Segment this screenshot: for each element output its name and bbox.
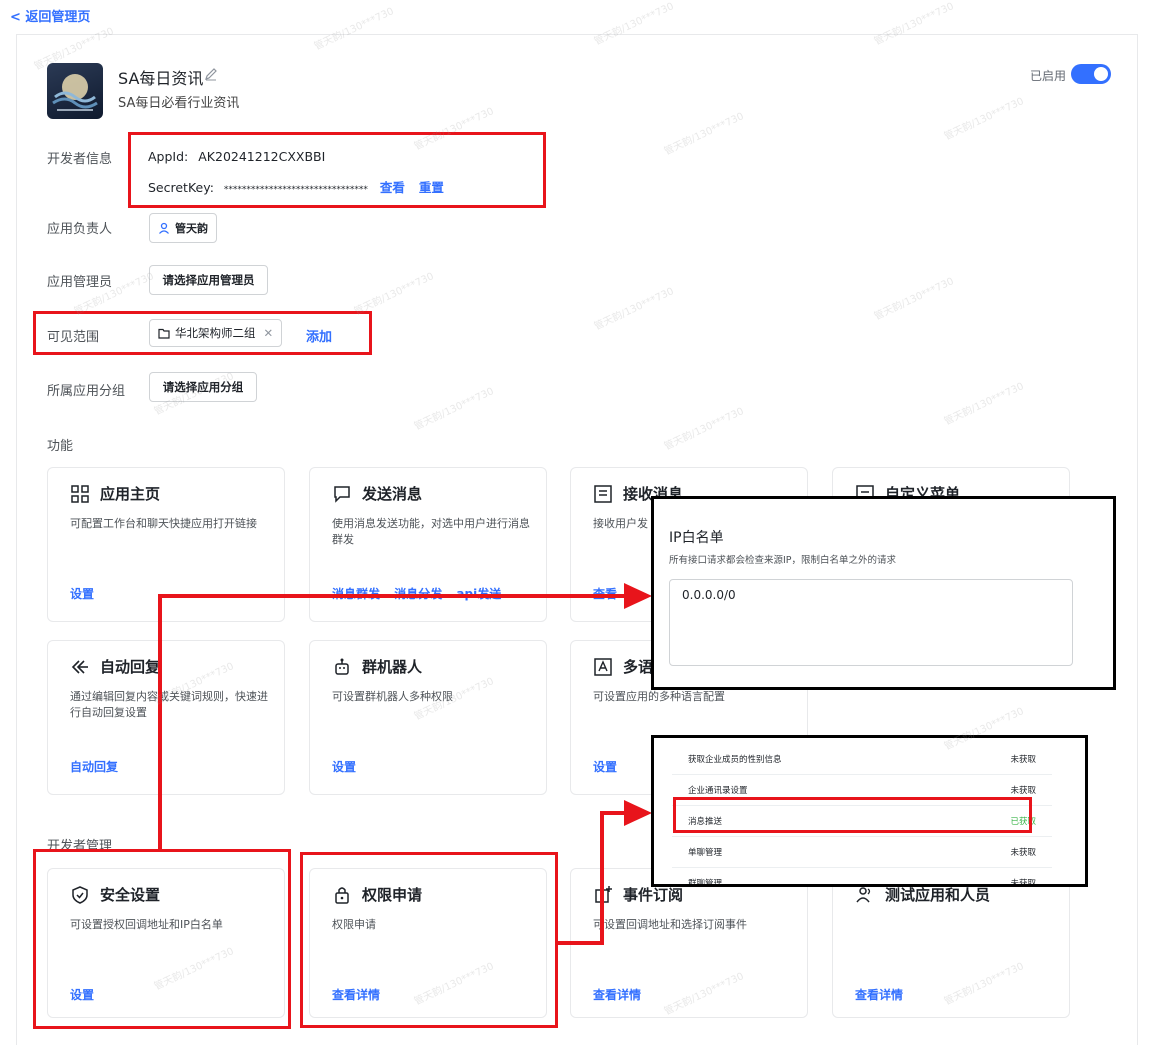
permission-row: 群聊管理 未获取 bbox=[672, 868, 1052, 887]
card-title: 自动回复 bbox=[100, 658, 161, 676]
app-description: SA每日必看行业资讯 bbox=[118, 96, 240, 111]
card-app-home: 应用主页 可配置工作台和聊天快捷应用打开链接 设置 bbox=[47, 467, 285, 622]
arrow-line-vertical bbox=[158, 594, 162, 852]
select-admins-button[interactable]: 请选择应用管理员 bbox=[149, 265, 268, 295]
card-title: 应用主页 bbox=[100, 485, 161, 503]
arrow-head-ip bbox=[624, 583, 652, 609]
permission-name: 群聊管理 bbox=[688, 879, 723, 887]
permission-status: 未获取 bbox=[1010, 755, 1036, 765]
ip-whitelist-title: IP白名单 bbox=[669, 530, 724, 546]
card-link-settings[interactable]: 设置 bbox=[332, 760, 356, 774]
translate-icon bbox=[594, 657, 612, 676]
annotation-box-message-push bbox=[673, 797, 1032, 833]
status-label: 已启用 bbox=[1030, 69, 1067, 83]
card-desc: 可设置回调地址和选择订阅事件 bbox=[593, 918, 747, 931]
ip-whitelist-value: 0.0.0.0/0 bbox=[682, 588, 736, 602]
back-link[interactable]: < 返回管理页 bbox=[10, 6, 90, 25]
arrow-line-perm-h1 bbox=[556, 941, 604, 945]
ip-whitelist-textarea[interactable]: 0.0.0.0/0 bbox=[669, 579, 1073, 666]
permission-row: 获取企业成员的性别信息 未获取 bbox=[672, 744, 1052, 775]
card-desc: 可配置工作台和聊天快捷应用打开链接 bbox=[70, 517, 257, 530]
annotation-box-visibility bbox=[33, 311, 372, 355]
permission-status: 未获取 bbox=[1010, 786, 1036, 796]
card-event-subscription: 事件订阅 可设置回调地址和选择订阅事件 查看详情 bbox=[570, 868, 808, 1018]
annotation-box-developer-info bbox=[128, 132, 546, 208]
card-title: 事件订阅 bbox=[623, 886, 684, 904]
ip-whitelist-popup: IP白名单 所有接口请求都会检查来源IP，限制白名单之外的请求 0.0.0.0/… bbox=[651, 496, 1116, 690]
select-group-button[interactable]: 请选择应用分组 bbox=[149, 372, 257, 402]
card-desc: 使用消息发送功能，对选中用户进行消息群发 bbox=[332, 517, 530, 546]
card-auto-reply: 自动回复 通过编辑回复内容或关键词规则，快速进行自动回复设置 自动回复 bbox=[47, 640, 285, 795]
card-desc: 可设置群机器人多种权限 bbox=[332, 690, 453, 703]
enable-toggle[interactable] bbox=[1071, 64, 1111, 84]
reply-icon bbox=[71, 659, 88, 674]
card-link-settings[interactable]: 设置 bbox=[593, 760, 617, 774]
robot-icon bbox=[335, 658, 349, 675]
permission-status: 未获取 bbox=[1010, 879, 1036, 887]
card-send-message: 发送消息 使用消息发送功能，对选中用户进行消息群发 消息群发 消息分发 api发… bbox=[309, 467, 547, 622]
annotation-box-security bbox=[33, 849, 291, 1029]
ip-whitelist-desc: 所有接口请求都会检查来源IP，限制白名单之外的请求 bbox=[669, 555, 897, 566]
admins-label: 应用管理员 bbox=[47, 275, 113, 290]
card-desc: 可设置应用的多种语言配置 bbox=[593, 690, 725, 703]
owner-label: 应用负责人 bbox=[47, 222, 113, 237]
card-title: 测试应用和人员 bbox=[885, 886, 991, 904]
owner-tag[interactable]: 管天韵 bbox=[149, 213, 217, 243]
card-title: 多语 bbox=[623, 658, 654, 676]
permission-name: 获取企业成员的性别信息 bbox=[688, 755, 782, 765]
app-logo bbox=[47, 63, 103, 119]
card-group-bot: 群机器人 可设置群机器人多种权限 设置 bbox=[309, 640, 547, 795]
card-link-settings[interactable]: 设置 bbox=[70, 587, 94, 601]
card-link-view-details[interactable]: 查看详情 bbox=[855, 988, 903, 1002]
functions-title: 功能 bbox=[47, 439, 74, 454]
permission-name: 企业通讯录设置 bbox=[688, 786, 748, 796]
arrow-line-perm-h2 bbox=[600, 811, 626, 815]
list-icon bbox=[594, 484, 612, 503]
arrow-line-perm-v bbox=[600, 811, 604, 945]
grid-icon bbox=[71, 484, 89, 503]
card-title: 群机器人 bbox=[362, 658, 423, 676]
permission-name: 单聊管理 bbox=[688, 848, 723, 858]
developer-info-label: 开发者信息 bbox=[47, 152, 113, 167]
card-desc: 通过编辑回复内容或关键词规则，快速进行自动回复设置 bbox=[70, 690, 268, 719]
user-icon bbox=[159, 222, 169, 234]
group-label: 所属应用分组 bbox=[47, 384, 126, 399]
arrow-line-horizontal bbox=[158, 594, 628, 598]
arrow-head-perm bbox=[624, 800, 652, 826]
edit-icon[interactable] bbox=[204, 67, 218, 81]
permission-status: 未获取 bbox=[1010, 848, 1036, 858]
card-link-view-details[interactable]: 查看详情 bbox=[593, 988, 641, 1002]
annotation-box-permission bbox=[300, 852, 558, 1028]
permission-row: 单聊管理 未获取 bbox=[672, 837, 1052, 868]
card-link-auto-reply[interactable]: 自动回复 bbox=[70, 760, 118, 774]
owner-name: 管天韵 bbox=[175, 222, 208, 235]
message-icon bbox=[334, 485, 350, 503]
app-name: SA每日资讯 bbox=[118, 69, 204, 88]
card-test-app: 测试应用和人员 查看详情 bbox=[832, 868, 1070, 1018]
users-icon bbox=[856, 886, 871, 902]
card-title: 发送消息 bbox=[362, 485, 423, 503]
